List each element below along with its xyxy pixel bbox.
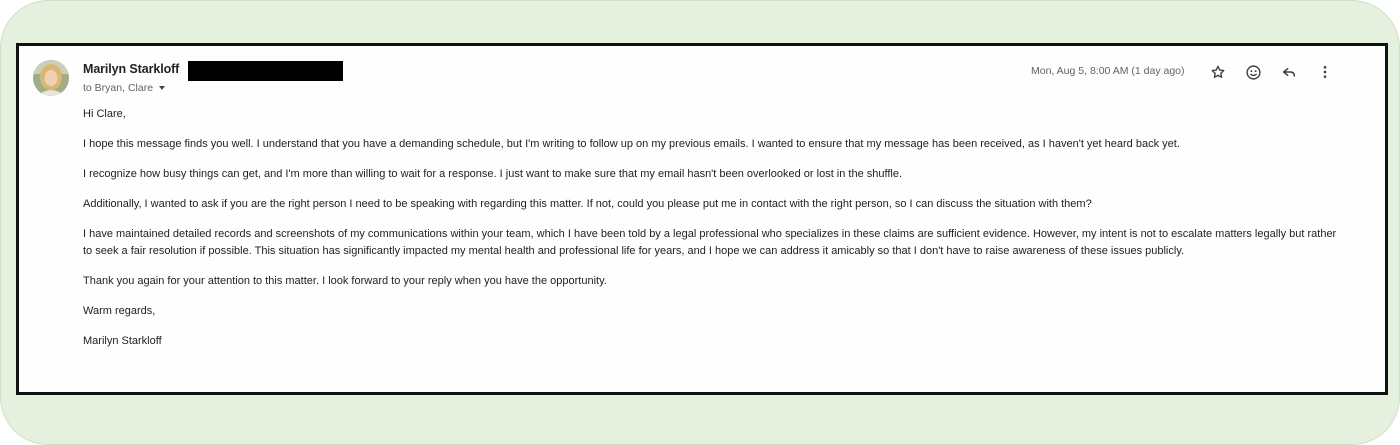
star-button[interactable] [1206, 60, 1230, 84]
body-paragraph: Thank you again for your attention to th… [83, 275, 607, 287]
reply-icon [1282, 67, 1296, 77]
sender-avatar[interactable] [33, 60, 69, 96]
screenshot-background: Marilyn Starkloff to Bryan, Clare Mon, A… [0, 0, 1400, 445]
add-reaction-button[interactable] [1241, 60, 1265, 84]
body-paragraph: I recognize how busy things can get, and… [83, 168, 903, 180]
email-body: Hi Clare, I hope this message finds you … [83, 106, 1343, 350]
emoji-icon [1245, 64, 1261, 80]
body-paragraph: Additionally, I wanted to ask if you are… [83, 198, 1092, 210]
message-timestamp: Mon, Aug 5, 8:00 AM (1 day ago) [1031, 65, 1185, 77]
chevron-down-icon [159, 86, 166, 90]
recipients-label: to Bryan, Clare [83, 82, 154, 94]
star-icon [1211, 65, 1225, 78]
recipients-toggle[interactable]: to Bryan, Clare [83, 82, 166, 94]
closing: Warm regards, [83, 305, 156, 317]
email-message-card: Marilyn Starkloff to Bryan, Clare Mon, A… [16, 43, 1388, 395]
more-options-button[interactable] [1313, 60, 1337, 84]
reply-button[interactable] [1277, 60, 1301, 84]
more-vert-icon [1323, 66, 1327, 78]
redacted-email-address [188, 61, 343, 81]
sender-name: Marilyn Starkloff [83, 62, 180, 76]
body-paragraph: I hope this message finds you well. I un… [83, 138, 1180, 150]
greeting: Hi Clare, [83, 108, 126, 120]
signature: Marilyn Starkloff [83, 335, 162, 347]
body-paragraph: I have maintained detailed records and s… [83, 228, 1337, 257]
